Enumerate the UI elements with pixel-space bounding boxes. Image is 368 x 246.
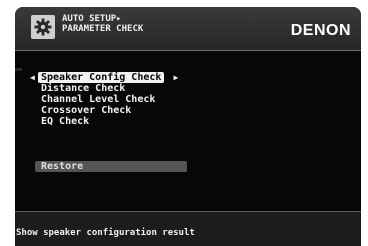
breadcrumb-level-2: PARAMETER CHECK	[62, 24, 144, 34]
parameter-check-menu: ◀ Speaker Config Check ▶ Distance Check …	[30, 72, 178, 127]
status-text: Show speaker configuration result	[16, 228, 195, 238]
osd-screen: AUTO SETUP▸ PARAMETER CHECK DENON ◀ Spea…	[15, 7, 361, 246]
breadcrumb: AUTO SETUP▸ PARAMETER CHECK	[62, 14, 143, 34]
divider	[15, 68, 22, 71]
menu-item-label: Crossover Check	[41, 105, 132, 116]
arrow-left-icon: ◀	[30, 73, 35, 82]
menu-item-distance-check[interactable]: Distance Check	[30, 83, 178, 94]
menu-item-label: EQ Check	[41, 116, 90, 127]
menu-item-label: Channel Level Check	[41, 94, 156, 105]
brand-logo: DENON	[290, 22, 351, 39]
menu-item-speaker-config-check[interactable]: ◀ Speaker Config Check ▶	[30, 72, 178, 83]
breadcrumb-level-1: AUTO SETUP▸	[62, 14, 122, 24]
menu-item-channel-level-check[interactable]: Channel Level Check	[30, 94, 178, 105]
gear-icon	[31, 15, 55, 39]
restore-button[interactable]: Restore	[35, 161, 187, 172]
menu-item-crossover-check[interactable]: Crossover Check	[30, 105, 178, 116]
status-bar: Show speaker configuration result	[15, 211, 361, 246]
arrow-right-icon: ▶	[173, 73, 179, 82]
menu-item-label: Distance Check	[41, 83, 126, 94]
menu-item-label: Speaker Config Check	[38, 72, 165, 83]
menu-item-eq-check[interactable]: EQ Check	[30, 116, 178, 127]
header-bar: AUTO SETUP▸ PARAMETER CHECK DENON	[15, 7, 361, 51]
